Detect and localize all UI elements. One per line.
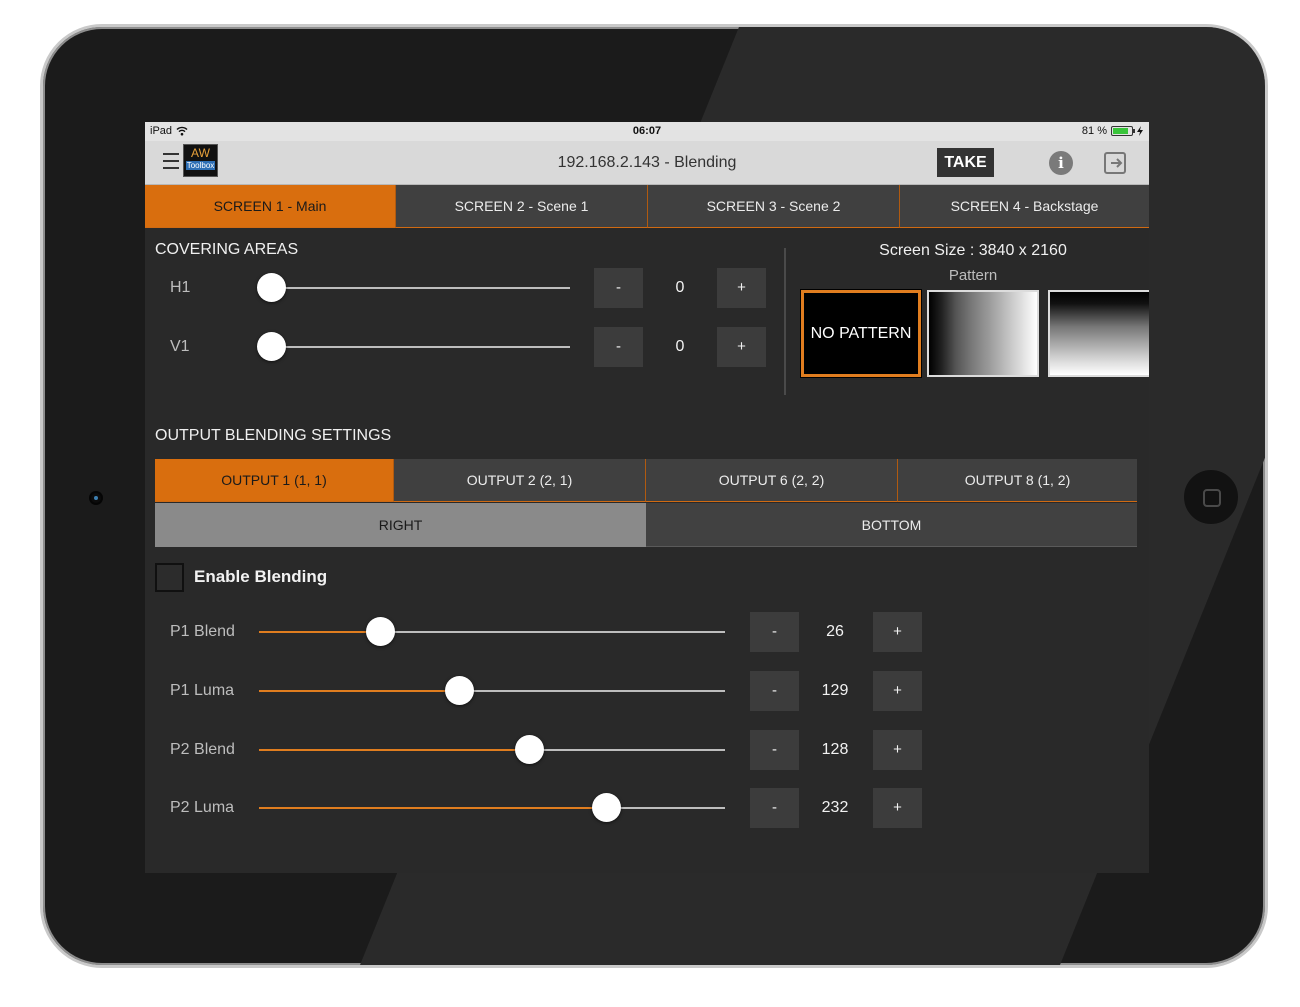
p2-luma-plus-button[interactable]: +	[873, 788, 922, 828]
p2-luma-label: P2 Luma	[170, 799, 235, 816]
p1-blend-slider-fill	[259, 631, 381, 633]
charging-icon	[1137, 126, 1143, 136]
enable-blending-checkbox[interactable]	[155, 563, 184, 592]
page-title: 192.168.2.143 - Blending	[557, 154, 737, 171]
p1-blend-minus-button[interactable]: -	[750, 612, 799, 652]
front-camera	[91, 493, 101, 503]
v1-plus-button[interactable]: +	[717, 327, 766, 367]
h1-label: H1	[170, 279, 191, 296]
home-square-icon	[1203, 489, 1221, 507]
nav-bar: AW Toolbox 192.168.2.143 - Blending TAKE…	[145, 141, 1149, 185]
vertical-divider	[784, 248, 786, 395]
screen-tabs: SCREEN 1 - Main SCREEN 2 - Scene 1 SCREE…	[145, 185, 1149, 228]
info-icon[interactable]: i	[1049, 151, 1073, 175]
pattern-vertical-gradient[interactable]	[1048, 290, 1149, 377]
take-button[interactable]: TAKE	[937, 148, 994, 177]
p1-luma-plus-button[interactable]: +	[873, 671, 922, 711]
p2-blend-minus-button[interactable]: -	[750, 730, 799, 770]
battery-fill	[1113, 128, 1128, 134]
p2-blend-label: P2 Blend	[170, 741, 235, 758]
p2-luma-slider-fill	[259, 807, 607, 809]
p2-blend-slider-track[interactable]	[259, 735, 725, 764]
p2-blend-value: 128	[821, 741, 849, 758]
pattern-label: Pattern	[948, 267, 998, 284]
battery-percent: 81 %	[1081, 125, 1107, 137]
h1-slider-thumb[interactable]	[256, 273, 286, 302]
tab-output-1[interactable]: OUTPUT 1 (1, 1)	[155, 459, 393, 502]
p2-luma-value: 232	[821, 799, 849, 816]
v1-value: 0	[675, 338, 685, 355]
p2-blend-plus-button[interactable]: +	[873, 730, 922, 770]
tab-screen-1[interactable]: SCREEN 1 - Main	[145, 185, 395, 228]
home-button[interactable]	[1183, 469, 1239, 525]
status-time: 06:07	[632, 125, 662, 137]
h1-plus-button[interactable]: +	[717, 268, 766, 308]
p2-luma-minus-button[interactable]: -	[750, 788, 799, 828]
app-screen: iPad 06:07 81 % AW Toolbox 192.168.2.143…	[145, 122, 1149, 873]
v1-slider-thumb[interactable]	[256, 332, 286, 361]
p1-blend-value: 26	[826, 623, 844, 640]
v1-minus-button[interactable]: -	[594, 327, 643, 367]
p1-luma-slider-track[interactable]	[259, 676, 725, 705]
tab-edge-right[interactable]: RIGHT	[155, 503, 646, 547]
p2-luma-slider-thumb[interactable]	[591, 793, 621, 822]
tab-screen-3[interactable]: SCREEN 3 - Scene 2	[647, 185, 899, 228]
pattern-horizontal-gradient[interactable]	[927, 290, 1039, 377]
status-right: 81 %	[1082, 125, 1143, 137]
p1-blend-label: P1 Blend	[170, 623, 235, 640]
pattern-none-button[interactable]: NO PATTERN	[800, 289, 922, 378]
v1-slider-track[interactable]	[256, 332, 570, 361]
tab-edge-bottom[interactable]: BOTTOM	[646, 503, 1137, 547]
p2-blend-slider-fill	[259, 749, 530, 751]
h1-value: 0	[675, 279, 685, 296]
output-blending-title: OUTPUT BLENDING SETTINGS	[155, 427, 392, 444]
tab-screen-2[interactable]: SCREEN 2 - Scene 1	[395, 185, 647, 228]
logout-icon[interactable]	[1103, 151, 1127, 175]
status-bar: iPad 06:07 81 %	[145, 122, 1149, 141]
p1-blend-slider-track[interactable]	[259, 617, 725, 646]
h1-minus-button[interactable]: -	[594, 268, 643, 308]
screen-size-text: Screen Size : 3840 x 2160	[879, 242, 1067, 259]
covering-areas-title: COVERING AREAS	[155, 241, 299, 258]
p2-blend-slider-thumb[interactable]	[514, 735, 544, 764]
p1-luma-slider-thumb[interactable]	[444, 676, 474, 705]
p1-luma-label: P1 Luma	[170, 682, 235, 699]
p1-luma-minus-button[interactable]: -	[750, 671, 799, 711]
edge-tabs: RIGHT BOTTOM	[155, 503, 1137, 547]
p1-blend-plus-button[interactable]: +	[873, 612, 922, 652]
tab-screen-4[interactable]: SCREEN 4 - Backstage	[899, 185, 1149, 228]
tab-output-6[interactable]: OUTPUT 6 (2, 2)	[645, 459, 897, 502]
p1-luma-value: 129	[821, 682, 849, 699]
h1-slider-track[interactable]	[256, 273, 570, 302]
battery-icon	[1111, 126, 1135, 136]
v1-label: V1	[170, 338, 190, 355]
tab-output-2[interactable]: OUTPUT 2 (2, 1)	[393, 459, 645, 502]
p1-luma-slider-fill	[259, 690, 460, 692]
p1-blend-slider-thumb[interactable]	[365, 617, 395, 646]
tab-output-8[interactable]: OUTPUT 8 (1, 2)	[897, 459, 1137, 502]
enable-blending-label: Enable Blending	[194, 567, 328, 586]
output-tabs: OUTPUT 1 (1, 1) OUTPUT 2 (2, 1) OUTPUT 6…	[155, 459, 1137, 502]
p2-luma-slider-track[interactable]	[259, 793, 725, 822]
